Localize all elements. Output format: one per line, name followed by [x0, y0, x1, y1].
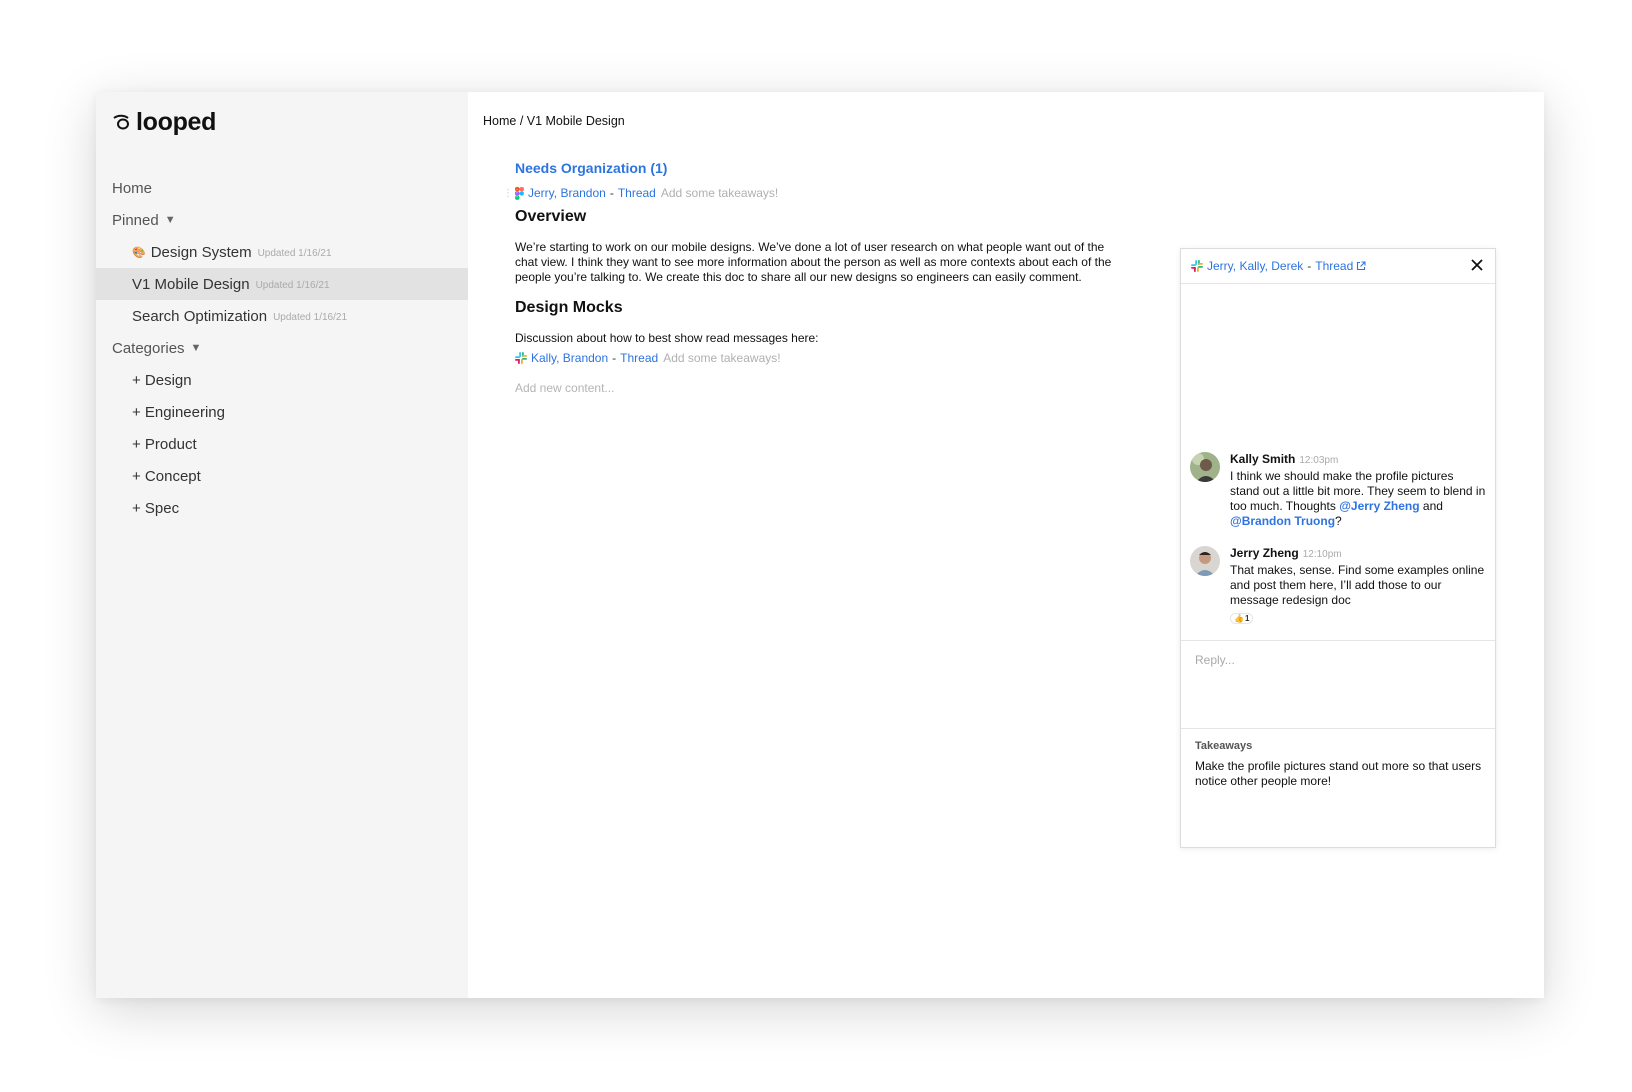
design-mocks-heading: Design Mocks	[515, 299, 623, 316]
sidebar-item-v1-mobile-design[interactable]: V1 Mobile Design Updated 1/16/21	[96, 268, 468, 300]
message-list: Kally Smith 12:03pm I think we should mak…	[1181, 284, 1495, 639]
logo-text: looped	[136, 108, 217, 136]
sidebar-item-home[interactable]: Home	[96, 172, 468, 204]
reply-input[interactable]: Reply...	[1181, 640, 1495, 729]
thread-panel: Jerry, Kally, Derek - Thread Kally Smith…	[1180, 248, 1496, 848]
thread-participants-link[interactable]: Kally, Brandon	[531, 351, 608, 365]
loop-logo-icon	[113, 114, 129, 129]
thread-link[interactable]: Thread	[618, 186, 656, 200]
sidebar-item-label: + Engineering	[132, 403, 225, 421]
add-new-content-field[interactable]: Add new content...	[515, 381, 1115, 395]
palette-icon: 🎨	[132, 246, 146, 259]
sidebar-item-label: + Design	[132, 371, 192, 389]
add-takeaways-field[interactable]: Add some takeaways!	[661, 186, 778, 200]
caret-down-icon: ▼	[190, 342, 202, 354]
sidebar-item-label: + Product	[132, 435, 197, 453]
message-time: 12:03pm	[1299, 455, 1339, 466]
sidebar-item-label: Design System	[150, 243, 252, 261]
sidebar-item-pinned[interactable]: Pinned ▼	[96, 204, 468, 236]
thread-reference: Kally, Brandon - Thread Add some takeawa…	[515, 351, 1115, 365]
sidebar-item-label: Home	[112, 179, 153, 197]
slack-icon	[1191, 260, 1203, 272]
message: Jerry Zheng 12:10pm That makes, sense. Fi…	[1190, 546, 1486, 626]
sidebar-item-label: + Concept	[132, 467, 201, 485]
sidebar-item-category-spec[interactable]: + Spec	[96, 492, 468, 524]
thread-participants-link[interactable]: Jerry, Brandon	[528, 186, 606, 200]
avatar[interactable]	[1190, 546, 1220, 576]
sidebar-item-label: Pinned	[112, 211, 159, 229]
message-text-part: and	[1419, 499, 1443, 513]
thread-link[interactable]: Thread	[1315, 259, 1353, 273]
message-time: 12:10pm	[1302, 549, 1342, 560]
sidebar-item-design-system[interactable]: 🎨 Design System Updated 1/16/21	[96, 236, 468, 268]
message-text-part: ?	[1335, 514, 1342, 528]
sidebar-nav: Home Pinned ▼ 🎨 Design System Updated 1/…	[96, 172, 468, 524]
reply-placeholder: Reply...	[1195, 653, 1235, 667]
sidebar-item-label: V1 Mobile Design	[132, 275, 250, 293]
mention-link[interactable]: @Brandon Truong	[1230, 514, 1335, 528]
takeaways-text[interactable]: Make the profile pictures stand out more…	[1195, 759, 1485, 789]
avatar[interactable]	[1190, 452, 1220, 482]
drag-handle-icon[interactable]: ⋮⋮	[503, 188, 522, 199]
sidebar-item-categories[interactable]: Categories ▼	[96, 332, 468, 364]
sidebar-item-category-design[interactable]: + Design	[96, 364, 468, 396]
reaction-count: 1	[1244, 614, 1250, 623]
thumbs-up-icon: 👍	[1234, 614, 1244, 623]
updated-date: Updated 1/16/21	[273, 312, 348, 323]
sidebar-item-label: Categories	[112, 339, 185, 357]
takeaways-title: Takeaways	[1195, 740, 1253, 752]
message-text: I think we should make the profile pictu…	[1230, 469, 1486, 529]
logo[interactable]: looped	[112, 108, 216, 137]
thread-link[interactable]: Thread	[620, 351, 658, 365]
breadcrumb[interactable]: Home / V1 Mobile Design	[483, 114, 625, 128]
document-content: Needs Organization (1) ⋮⋮ Jerry, Brandon…	[503, 160, 1115, 395]
separator: -	[612, 351, 617, 365]
takeaways-section: Takeaways Make the profile pictures stan…	[1181, 728, 1495, 848]
separator: -	[1307, 259, 1312, 273]
caret-down-icon: ▼	[164, 214, 176, 226]
add-takeaways-field[interactable]: Add some takeaways!	[663, 351, 780, 365]
message-author[interactable]: Kally Smith	[1230, 452, 1295, 466]
sidebar: looped Home Pinned ▼ 🎨 Design System Upd…	[96, 92, 468, 998]
design-mocks-paragraph[interactable]: Discussion about how to best show read m…	[515, 331, 1115, 346]
separator: -	[609, 186, 614, 200]
overview-paragraph[interactable]: We’re starting to work on our mobile des…	[515, 240, 1115, 285]
message-text: That makes, sense. Find some examples on…	[1230, 563, 1485, 607]
message: Kally Smith 12:03pm I think we should mak…	[1190, 452, 1486, 529]
overview-heading: Overview	[515, 208, 587, 225]
thread-reference: ⋮⋮ Jerry, Brandon - Thread Add some take…	[503, 186, 1115, 200]
sidebar-item-label: + Spec	[132, 499, 180, 517]
sidebar-item-category-engineering[interactable]: + Engineering	[96, 396, 468, 428]
needs-organization-link[interactable]: Needs Organization (1)	[515, 160, 1115, 176]
updated-date: Updated 1/16/21	[257, 248, 332, 259]
mention-link[interactable]: @Jerry Zheng	[1339, 499, 1419, 513]
thread-panel-header: Jerry, Kally, Derek - Thread	[1181, 249, 1495, 284]
external-link-icon[interactable]	[1356, 261, 1366, 271]
message-author[interactable]: Jerry Zheng	[1230, 546, 1299, 560]
reaction-badge[interactable]: 👍 1	[1230, 613, 1254, 624]
sidebar-item-category-product[interactable]: + Product	[96, 428, 468, 460]
sidebar-item-label: Search Optimization	[132, 307, 268, 325]
close-icon[interactable]	[1467, 255, 1487, 275]
sidebar-item-search-optimization[interactable]: Search Optimization Updated 1/16/21	[96, 300, 468, 332]
sidebar-item-category-concept[interactable]: + Concept	[96, 460, 468, 492]
thread-participants-link[interactable]: Jerry, Kally, Derek	[1207, 259, 1303, 273]
slack-icon	[515, 352, 527, 364]
updated-date: Updated 1/16/21	[255, 280, 330, 291]
